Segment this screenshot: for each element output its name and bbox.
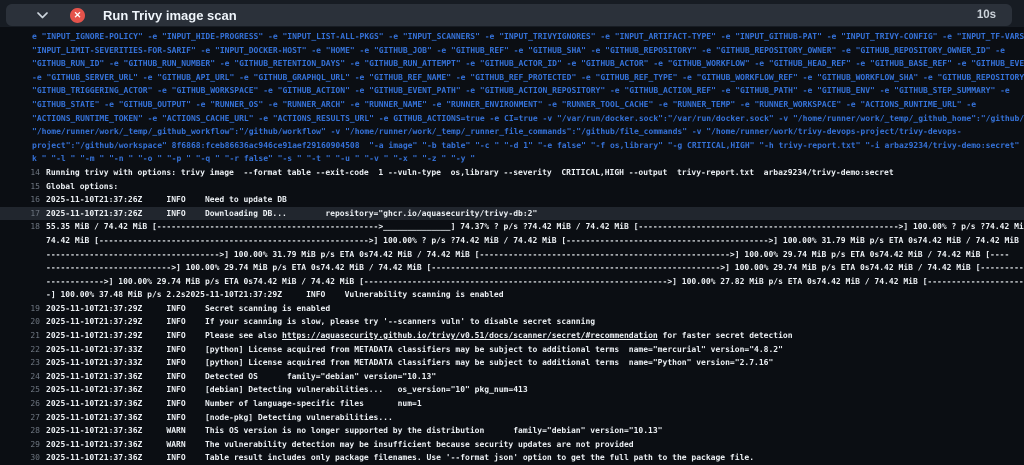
log-line-number[interactable]: 24 <box>0 370 46 384</box>
step-title: Run Trivy image scan <box>103 7 237 23</box>
log-command-text: "GITHUB_RUN_ID" -e "GITHUB_RUN_NUMBER" -… <box>32 59 1024 69</box>
log-line-number[interactable]: 21 <box>0 329 46 343</box>
log-line-number[interactable]: 14 <box>0 166 46 180</box>
log-line-number[interactable]: 19 <box>0 302 46 316</box>
log-line: 24 2025-11-10T21:37:36Z INFO Detected OS … <box>0 370 1024 384</box>
log-command-text: "GITHUB_TRIGGERING_ACTOR" -e "GITHUB_WOR… <box>32 86 1010 96</box>
log-line: 20 2025-11-10T21:37:29Z INFO If your scan… <box>0 315 1024 329</box>
log-command-row: project":"/github/workspace" 8f6868:fceb… <box>0 139 1024 153</box>
log-line: 28 2025-11-10T21:37:36Z WARN This OS vers… <box>0 424 1024 438</box>
log-line-number[interactable]: 23 <box>0 356 46 370</box>
log-line-text: 2025-11-10T21:37:36Z WARN The vulnerabil… <box>46 439 634 449</box>
log-line: ------------------------------------>] 1… <box>0 248 1024 262</box>
log-line: -------------------------->] 100.00% 29.… <box>0 261 1024 275</box>
log-line: ------------>] 100.00% 29.74 MiB p/s ETA… <box>0 275 1024 289</box>
log-command-text: "INPUT_LIMIT-SEVERITIES-FOR-SARIF" -e "I… <box>32 45 1005 55</box>
log-line-number[interactable]: 16 <box>0 193 46 207</box>
log-line-text: 2025-11-10T21:37:33Z INFO [python] Licen… <box>46 344 783 354</box>
log-line-number[interactable]: 29 <box>0 438 46 452</box>
log-link[interactable]: https://aquasecurity.github.io/trivy/v0.… <box>282 331 658 340</box>
log-line-number[interactable]: 22 <box>0 343 46 357</box>
log-line: 18 55.35 MiB / 74.42 MiB [---------------… <box>0 220 1024 234</box>
log-line: 23 2025-11-10T21:37:33Z INFO [python] Lic… <box>0 356 1024 370</box>
log-line-number[interactable]: 26 <box>0 397 46 411</box>
log-line-text: 2025-11-10T21:37:36Z INFO Table result i… <box>46 453 755 463</box>
log-command-row: "GITHUB_STATE" -e "GITHUB_OUTPUT" -e "RU… <box>0 98 1024 112</box>
log-line-number[interactable]: 15 <box>0 180 46 194</box>
log-command-text: "GITHUB_STATE" -e "GITHUB_OUTPUT" -e "RU… <box>32 99 977 109</box>
log-line: 19 2025-11-10T21:37:29Z INFO Secret scann… <box>0 302 1024 316</box>
log-line: 14 Running trivy with options: trivy imag… <box>0 166 1024 180</box>
log-line-text: -] 100.00% 37.48 MiB p/s 2.2s2025-11-10T… <box>46 290 504 300</box>
log-line-text: 2025-11-10T21:37:26Z INFO Need to update… <box>46 195 287 205</box>
log-line-number[interactable]: 20 <box>0 315 46 329</box>
log-header-strip: ✕ Run Trivy image scan 10s <box>0 0 1024 27</box>
log-command-row: "INPUT_LIMIT-SEVERITIES-FOR-SARIF" -e "I… <box>0 44 1024 58</box>
log-line-text: 74.42 MiB [-----------------------------… <box>46 235 1024 245</box>
log-line-text: 2025-11-10T21:37:36Z INFO [node-pkg] Det… <box>46 412 393 422</box>
log-line-number[interactable]: 25 <box>0 383 46 397</box>
log-line: -] 100.00% 37.48 MiB p/s 2.2s2025-11-10T… <box>0 288 1024 302</box>
log-line: 21 2025-11-10T21:37:29Z INFO Please see a… <box>0 329 1024 343</box>
log-line: 74.42 MiB [-----------------------------… <box>0 234 1024 248</box>
log-line-text: 2025-11-10T21:37:26Z INFO Downloading DB… <box>46 208 538 218</box>
log-line-text: 2025-11-10T21:37:29Z INFO Please see als… <box>46 329 1024 343</box>
chevron-down-icon[interactable] <box>36 9 48 21</box>
log-line: 29 2025-11-10T21:37:36Z WARN The vulnerab… <box>0 438 1024 452</box>
log-output[interactable]: e "INPUT_IGNORE-POLICY" -e "INPUT_HIDE-P… <box>0 27 1024 465</box>
log-line-text: -------------------------->] 100.00% 29.… <box>46 263 1024 273</box>
log-command-row: "ACTIONS_RUNTIME_TOKEN" -e "ACTIONS_CACH… <box>0 112 1024 126</box>
log-command-text: k " "-l " "-m " "-n " "-o " "-p " "-q " … <box>32 154 476 164</box>
log-line-text: 2025-11-10T21:37:29Z INFO If your scanni… <box>46 317 596 327</box>
log-line: 16 2025-11-10T21:37:26Z INFO Need to upda… <box>0 193 1024 207</box>
log-line-text: ------------>] 100.00% 29.74 MiB p/s ETA… <box>46 276 1024 286</box>
log-command-row: e "INPUT_IGNORE-POLICY" -e "INPUT_HIDE-P… <box>0 30 1024 44</box>
failure-status-icon: ✕ <box>70 7 85 23</box>
step-duration: 10s <box>976 9 996 21</box>
log-line-number[interactable]: 18 <box>0 220 46 234</box>
log-line: 25 2025-11-10T21:37:36Z INFO [debian] Det… <box>0 383 1024 397</box>
log-line-number[interactable]: 28 <box>0 424 46 438</box>
log-line-text: 2025-11-10T21:37:36Z INFO Detected OS fa… <box>46 371 437 381</box>
log-command-row: "GITHUB_TRIGGERING_ACTOR" -e "GITHUB_WOR… <box>0 84 1024 98</box>
log-line-text: Global options: <box>46 181 119 191</box>
log-command-text: -e "GITHUB_SERVER_URL" -e "GITHUB_API_UR… <box>32 72 1024 82</box>
log-command-text: project":"/github/workspace" 8f6868:fceb… <box>32 140 1024 150</box>
log-command-row: -e "GITHUB_SERVER_URL" -e "GITHUB_API_UR… <box>0 71 1024 85</box>
log-line-prefix: 2025-11-10T21:37:29Z INFO Please see als… <box>46 331 283 341</box>
log-command-row: "GITHUB_RUN_ID" -e "GITHUB_RUN_NUMBER" -… <box>0 57 1024 71</box>
log-command-row: k " "-l " "-m " "-n " "-o " "-p " "-q " … <box>0 152 1024 166</box>
log-line: 17 2025-11-10T21:37:26Z INFO Downloading … <box>0 206 1024 221</box>
log-line: 27 2025-11-10T21:37:36Z INFO [node-pkg] D… <box>0 411 1024 425</box>
log-line-text: 2025-11-10T21:37:36Z WARN This OS versio… <box>46 426 663 436</box>
log-line-number[interactable]: 17 <box>0 207 46 221</box>
log-command-text: "ACTIONS_RUNTIME_TOKEN" -e "ACTIONS_CACH… <box>32 113 1024 123</box>
log-line-text: 2025-11-10T21:37:29Z INFO Secret scannin… <box>46 303 331 313</box>
log-command-text: "/home/runner/work/_temp/_github_workflo… <box>32 127 962 137</box>
log-line-text: 2025-11-10T21:37:36Z INFO [debian] Detec… <box>46 385 528 395</box>
log-line-suffix: for faster secret detection <box>657 331 793 341</box>
log-line: 30 2025-11-10T21:37:36Z INFO Table result… <box>0 451 1024 465</box>
log-command-text: e "INPUT_IGNORE-POLICY" -e "INPUT_HIDE-P… <box>32 32 1024 41</box>
log-line-number[interactable]: 27 <box>0 411 46 425</box>
log-line-text: 55.35 MiB / 74.42 MiB [-----------------… <box>46 222 1024 232</box>
log-line: 15 Global options: <box>0 180 1024 194</box>
step-header[interactable]: ✕ Run Trivy image scan 10s <box>6 4 1012 26</box>
log-line-text: 2025-11-10T21:37:36Z INFO Number of lang… <box>46 399 422 409</box>
log-line: 26 2025-11-10T21:37:36Z INFO Number of la… <box>0 397 1024 411</box>
log-line-text: Running trivy with options: trivy image … <box>46 167 894 177</box>
log-line: 22 2025-11-10T21:37:33Z INFO [python] Lic… <box>0 343 1024 357</box>
log-command-row: "/home/runner/work/_temp/_github_workflo… <box>0 125 1024 139</box>
log-line-text: 2025-11-10T21:37:33Z INFO [python] Licen… <box>46 358 774 368</box>
log-line-text: ------------------------------------>] 1… <box>46 249 1010 259</box>
log-line-number[interactable]: 30 <box>0 451 46 465</box>
